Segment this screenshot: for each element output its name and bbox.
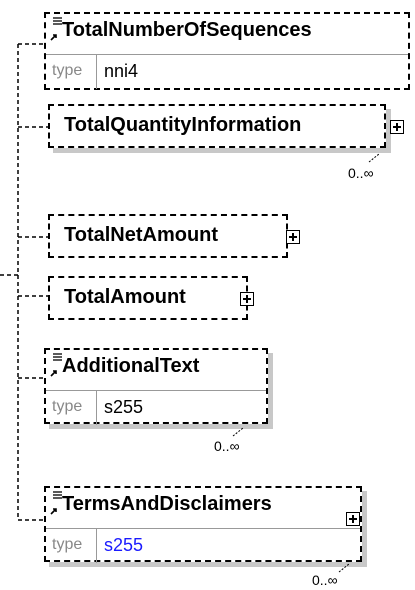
type-row: type s255 bbox=[46, 528, 360, 563]
cardinality-label: 0..∞ bbox=[214, 438, 240, 454]
type-separator bbox=[96, 529, 97, 563]
type-row: type s255 bbox=[46, 390, 266, 425]
element-name: TermsAndDisclaimers bbox=[62, 493, 272, 515]
arrow-icon bbox=[50, 34, 57, 41]
type-separator bbox=[96, 391, 97, 425]
type-label: type bbox=[52, 62, 83, 79]
element-node-additional-text[interactable]: AdditionalText type s255 bbox=[44, 348, 268, 425]
repeat-marker-icon bbox=[338, 563, 350, 573]
element-name: AdditionalText bbox=[62, 355, 200, 377]
type-value: nni4 bbox=[104, 61, 139, 81]
element-name: TotalQuantityInformation bbox=[64, 114, 302, 136]
expand-icon[interactable] bbox=[286, 230, 300, 244]
type-value-link[interactable]: s255 bbox=[104, 535, 143, 556]
element-name: TotalNumberOfSequences bbox=[62, 19, 312, 41]
element-node-total-quantity-information[interactable]: TotalQuantityInformation bbox=[48, 104, 404, 148]
element-node-total-number-of-sequences[interactable]: TotalNumberOfSequences type nni4 bbox=[44, 12, 410, 90]
repeat-marker-icon bbox=[368, 153, 380, 163]
arrow-icon bbox=[50, 508, 57, 515]
type-separator bbox=[96, 55, 97, 89]
expand-icon[interactable] bbox=[390, 120, 404, 134]
expand-icon[interactable] bbox=[240, 292, 254, 306]
arrow-icon bbox=[50, 370, 57, 377]
type-label: type bbox=[52, 398, 83, 415]
type-value: s255 bbox=[104, 397, 144, 417]
element-name: TotalNetAmount bbox=[64, 224, 219, 246]
expand-icon[interactable] bbox=[346, 512, 360, 526]
cardinality-label: 0..∞ bbox=[348, 165, 374, 181]
element-name: TotalAmount bbox=[64, 286, 186, 308]
type-label: type bbox=[52, 536, 83, 553]
type-row: type nni4 bbox=[46, 54, 408, 89]
repeat-marker-icon bbox=[232, 427, 244, 437]
cardinality-label: 0..∞ bbox=[312, 572, 338, 588]
element-node-total-amount[interactable]: TotalAmount bbox=[48, 276, 254, 320]
element-node-terms-and-disclaimers[interactable]: TermsAndDisclaimers type s255 bbox=[44, 486, 362, 563]
element-node-total-net-amount[interactable]: TotalNetAmount bbox=[48, 214, 300, 258]
